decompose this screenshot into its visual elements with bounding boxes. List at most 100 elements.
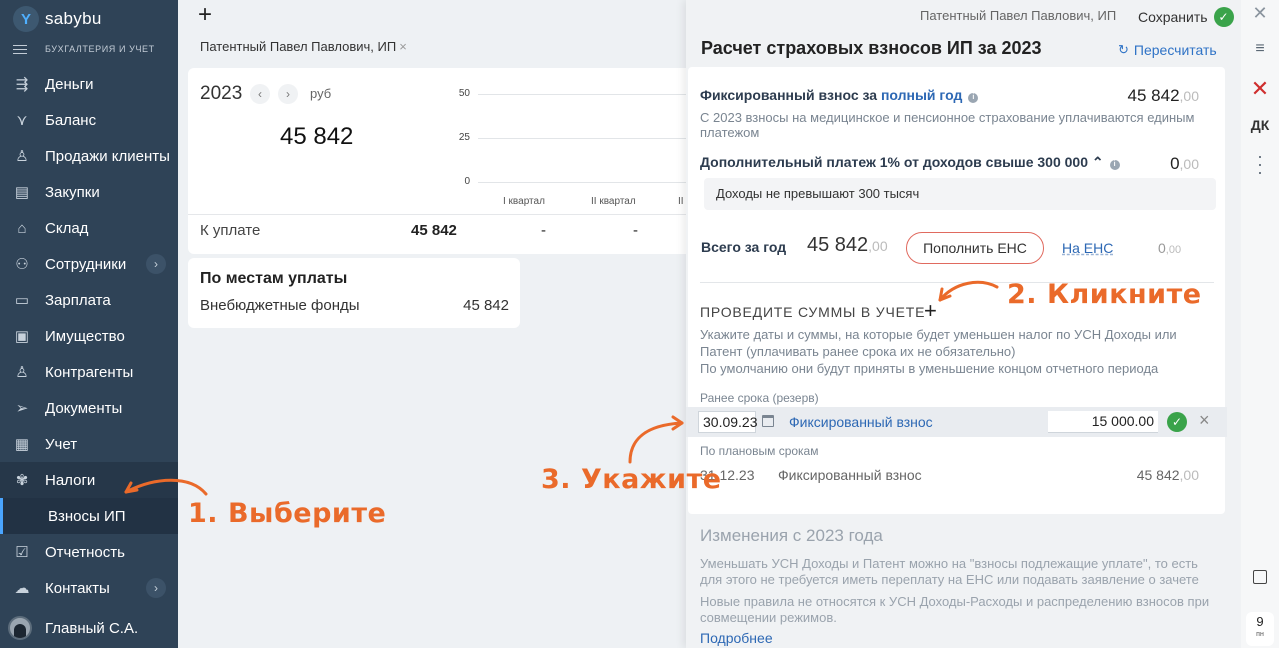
summary-card: 2023 ‹ › руб 45 842 50 25 0 I квартал II… bbox=[188, 68, 686, 254]
income-note: Доходы не превышают 300 тысяч bbox=[704, 178, 1216, 210]
date-input[interactable]: 30.09.23 bbox=[698, 411, 758, 433]
logo[interactable]: Y sabybu bbox=[13, 6, 102, 32]
fixed-amount: 45 842,00 bbox=[1128, 86, 1199, 106]
grid-line bbox=[478, 138, 686, 139]
sidebar-item-label: Склад bbox=[45, 219, 89, 237]
card-title: По местам уплаты bbox=[200, 270, 348, 287]
more-link[interactable]: Подробнее bbox=[700, 630, 773, 646]
sidebar-item-label: Зарплата bbox=[45, 291, 111, 309]
close-icon[interactable]: × bbox=[1199, 410, 1210, 431]
note-icon[interactable] bbox=[1241, 570, 1279, 589]
recalculate-label: Пересчитать bbox=[1133, 42, 1217, 58]
amount-dec: ,00 bbox=[1179, 156, 1199, 172]
chevron-right-icon[interactable]: › bbox=[146, 254, 166, 274]
pay-value: 45 842 bbox=[411, 222, 457, 239]
right-toolbar: ✕ ≡ ✕ ДК · · · 9 пн bbox=[1241, 0, 1279, 648]
sidebar-item-documents[interactable]: ➢ Документы bbox=[0, 390, 178, 426]
plan-name: Фиксированный взнос bbox=[778, 467, 922, 483]
accounting-icon: ▦ bbox=[14, 436, 30, 453]
add-entry-button[interactable]: + bbox=[924, 298, 937, 324]
chevron-left-icon[interactable]: ‹ bbox=[250, 84, 270, 104]
more-icon[interactable]: · · · bbox=[1241, 147, 1279, 181]
sidebar-subitem-contributions[interactable]: Взносы ИП bbox=[0, 498, 178, 534]
sidebar-item-label: Отчетность bbox=[45, 543, 125, 561]
delete-icon[interactable]: ✕ bbox=[1241, 76, 1279, 102]
sidebar-item-employees[interactable]: ⚇ Сотрудники › bbox=[0, 246, 178, 282]
save-button[interactable]: Сохранить ✓ bbox=[1138, 7, 1234, 27]
calendar-day: 9 bbox=[1256, 614, 1264, 629]
top-up-ens-button[interactable]: Пополнить ЕНС bbox=[906, 232, 1044, 264]
sales-icon: ♙ bbox=[15, 148, 29, 165]
close-icon[interactable]: ✕ bbox=[1241, 3, 1279, 24]
sidebar-item-reports[interactable]: ☑ Отчетность bbox=[0, 534, 178, 570]
amount-dec: ,00 bbox=[1179, 467, 1199, 483]
recalculate-button[interactable]: ↻ Пересчитать bbox=[1118, 42, 1217, 58]
sidebar-item-money[interactable]: ⇶ Деньги bbox=[0, 66, 178, 102]
fixed-title-text: Фиксированный взнос за bbox=[700, 87, 878, 103]
early-entry-row: 30.09.23 Фиксированный взнос 15 000.00 ✓… bbox=[686, 407, 1227, 437]
documents-icon: ➢ bbox=[15, 400, 29, 417]
sidebar-item-salary[interactable]: ▭ Зарплата bbox=[0, 282, 178, 318]
pay-value: - bbox=[633, 222, 638, 239]
user-name: Главный С.А. bbox=[45, 619, 139, 637]
dk-button[interactable]: ДК bbox=[1241, 117, 1279, 133]
fixed-title: Фиксированный взнос за полный год i bbox=[700, 87, 979, 103]
panel-title: Расчет страховых взносов ИП за 2023 bbox=[701, 38, 1042, 58]
purchases-icon: ▤ bbox=[14, 184, 30, 201]
sidebar-item-balance[interactable]: ⋎ Баланс bbox=[0, 102, 178, 138]
sidebar-item-label: Контрагенты bbox=[45, 363, 134, 381]
amount-dec: ,00 bbox=[1165, 244, 1182, 256]
info-icon[interactable]: i bbox=[1109, 160, 1120, 170]
contributions-panel: Патентный Павел Павлович, ИП Сохранить ✓ … bbox=[686, 0, 1241, 648]
amount-dec: ,00 bbox=[1179, 88, 1199, 104]
calendar-widget[interactable]: 9 пн bbox=[1246, 612, 1274, 646]
y-tick: 50 bbox=[458, 88, 470, 99]
year-label: 2023 bbox=[200, 83, 243, 104]
ens-link[interactable]: На ЕНС bbox=[1062, 240, 1113, 256]
close-icon[interactable]: × bbox=[399, 39, 407, 54]
x-tick: I квартал bbox=[503, 196, 545, 207]
changes-text-1: Уменьшать УСН Доходы и Патент можно на "… bbox=[700, 556, 1199, 587]
sidebar-item-sales[interactable]: ♙ Продажи клиенты bbox=[0, 138, 178, 174]
main-area: + Патентный Павел Павлович, ИП × 2023 ‹ ›… bbox=[178, 0, 686, 648]
changes-title: Изменения с 2023 года bbox=[700, 526, 883, 545]
sidebar-item-purchases[interactable]: ▤ Закупки bbox=[0, 174, 178, 210]
calendar-weekday: пн bbox=[1256, 631, 1264, 638]
sidebar-item-label: Продажи клиенты bbox=[45, 147, 170, 165]
info-icon[interactable]: i bbox=[968, 93, 979, 103]
chevron-right-icon[interactable]: › bbox=[278, 84, 298, 104]
chevron-right-icon[interactable]: › bbox=[146, 578, 166, 598]
section-header[interactable]: БУХГАЛТЕРИЯ И УЧЕТ bbox=[13, 42, 155, 57]
reports-icon: ☑ bbox=[15, 544, 29, 561]
user-profile[interactable]: Главный С.А. bbox=[0, 608, 178, 648]
pay-value: - bbox=[541, 222, 546, 239]
fund-label: Внебюджетные фонды bbox=[200, 297, 360, 314]
sidebar-item-contacts[interactable]: ☁ Контакты › bbox=[0, 570, 178, 606]
amount-input[interactable]: 15 000.00 bbox=[1048, 411, 1158, 433]
sidebar-item-accounting[interactable]: ▦ Учет bbox=[0, 426, 178, 462]
confirm-icon[interactable]: ✓ bbox=[1167, 412, 1187, 432]
amount-int: 0 bbox=[1158, 240, 1166, 256]
add-button[interactable]: + bbox=[193, 3, 217, 28]
extra-payment-text: Дополнительный платеж 1% от доходов свыш… bbox=[700, 154, 1088, 170]
extra-payment-title[interactable]: Дополнительный платеж 1% от доходов свыш… bbox=[700, 154, 1120, 171]
employees-icon: ⚇ bbox=[15, 256, 29, 273]
sidebar-item-contractors[interactable]: ♙ Контрагенты bbox=[0, 354, 178, 390]
avatar bbox=[8, 616, 32, 640]
menu-icon[interactable] bbox=[13, 42, 27, 57]
y-tick: 0 bbox=[464, 176, 470, 187]
amount-int: 45 842 bbox=[1127, 86, 1180, 105]
sidebar-item-warehouse[interactable]: ⌂ Склад bbox=[0, 210, 178, 246]
calendar-icon[interactable] bbox=[762, 415, 774, 427]
plan-amount: 45 842,00 bbox=[1137, 467, 1199, 483]
breadcrumb[interactable]: Патентный Павел Павлович, ИП × bbox=[200, 39, 407, 54]
sidebar-item-label: Документы bbox=[45, 399, 123, 417]
property-icon: ▣ bbox=[14, 328, 30, 345]
extra-amount: 0,00 bbox=[1170, 154, 1199, 174]
sidebar-item-taxes[interactable]: ✾ Налоги bbox=[0, 462, 178, 498]
warehouse-icon: ⌂ bbox=[17, 219, 27, 237]
filter-icon[interactable]: ≡ bbox=[1241, 40, 1279, 58]
entry-type-link[interactable]: Фиксированный взнос bbox=[789, 414, 933, 430]
sidebar-item-property[interactable]: ▣ Имущество bbox=[0, 318, 178, 354]
period-link[interactable]: полный год bbox=[881, 87, 962, 103]
